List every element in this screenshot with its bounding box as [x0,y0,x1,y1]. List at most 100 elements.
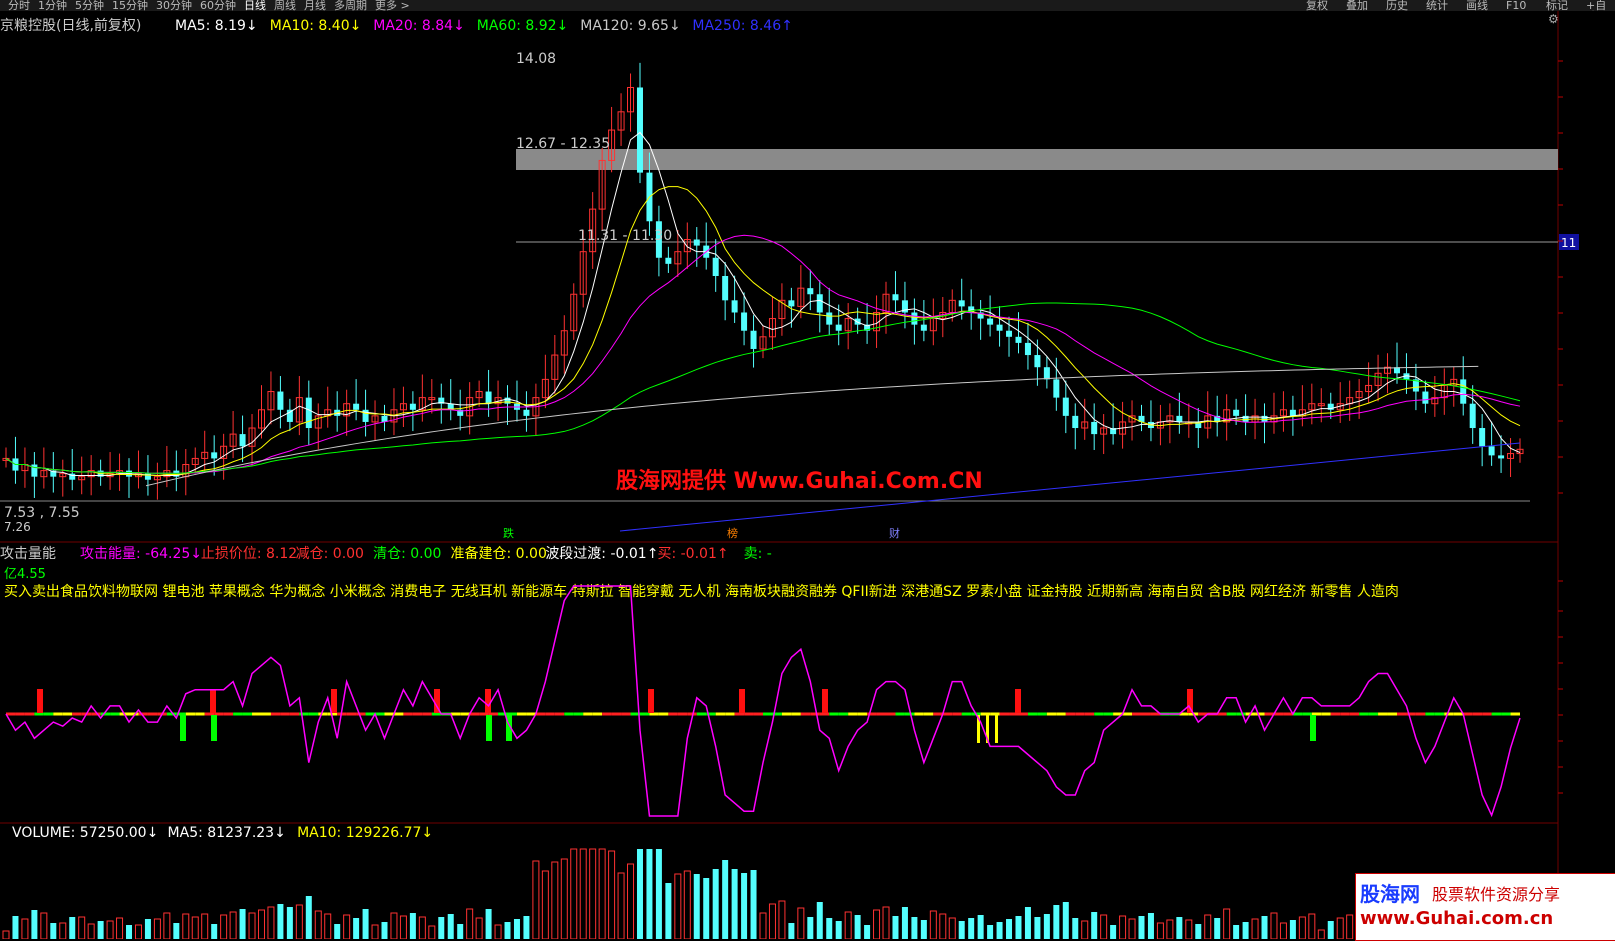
volume-bar [1233,925,1240,939]
logo-box: 股海网 股票软件资源分享 www.Guhai.com.cn [1355,873,1615,941]
period-tab[interactable]: 分时 [8,0,30,11]
volume-bar [788,923,795,939]
volume-bar [21,918,29,939]
volume-bar [1138,916,1145,939]
volume-bar [504,922,511,939]
volume-bar [1081,920,1089,939]
candle-body [958,300,965,307]
volume-bar [541,870,549,939]
volume-bar [229,911,237,939]
candlestick-series [2,62,1524,500]
volume-bar [334,924,341,939]
settings-icon[interactable]: ⚙ [1548,12,1559,26]
volume-bar [854,915,861,939]
legend-item: MA10: 129226.77↓ [297,825,433,841]
legend-item: MA5: 8.19↓ [175,18,258,34]
volume-bar [1214,918,1221,939]
volume-bar [1336,917,1344,939]
legend-item: 攻击能量: -64.25↓ [80,546,202,562]
volume-bar [693,874,700,939]
concept-tags: 买入卖出食品饮料物联网 锂电池 苹果概念 华为概念 小米概念 消费电子 无线耳机… [4,583,1399,600]
candle-body [816,294,823,313]
period-tab[interactable]: 月线 [304,0,326,11]
legend-item: MA120: 9.65↓ [580,18,680,34]
volume-bar [579,848,587,939]
tool-button[interactable]: 叠加 [1346,0,1368,11]
volume-bar [778,900,786,939]
volume-bar [286,907,293,939]
period-tab[interactable]: 5分钟 [75,0,104,11]
period-tab[interactable]: 多周期 [334,0,367,11]
volume-bar [1091,912,1098,939]
volume-bar [797,907,805,939]
tool-button[interactable]: 统计 [1426,0,1448,11]
candle-body [1034,355,1041,368]
candle-body [286,409,293,422]
volume-bar [353,918,360,939]
chart-area[interactable]: 京粮控股(日线,前复权) MA5: 8.19↓ MA10: 8.40↓ MA20: … [0,11,1615,939]
volume-bar [1185,919,1193,939]
tool-button[interactable]: F10 [1506,0,1526,11]
logo-slogan: 股票软件资源分享 [1432,885,1561,904]
volume-bar [1062,902,1069,939]
period-tab[interactable]: 周线 [274,0,296,11]
volume-bar [1298,916,1306,939]
volume-bar [1043,914,1050,939]
volume-bar [1327,921,1334,939]
sell-signal-bar [486,715,492,741]
candle-body [1091,421,1098,435]
candle-body [277,391,284,410]
candle-body [1479,428,1486,447]
candle-body [807,288,814,295]
candle-body [1460,379,1467,404]
tool-button[interactable]: +自选 [1586,0,1615,11]
volume-bar [939,913,947,939]
period-tab[interactable]: 30分钟 [156,0,192,11]
volume-bar [466,908,474,939]
volume-bar [560,858,568,939]
volume-bar [570,848,578,939]
volume-bar [173,923,180,939]
volume-bar [12,916,19,939]
candle-body [1469,403,1476,429]
volume-bar [1317,929,1325,939]
volume-bar [418,916,426,939]
volume-bar [2,930,10,939]
volume-bar [475,917,483,939]
volume-bar [447,914,454,939]
volume-bar [882,906,890,939]
volume-bar [144,919,151,939]
volume-bar [277,904,284,939]
volume-bar [1204,914,1212,939]
event-marker[interactable]: 财 [889,526,900,540]
candle-body [892,294,899,301]
period-tab[interactable]: 1分钟 [38,0,67,11]
volume-bar [457,924,464,939]
volume-bar [627,863,635,939]
event-marker[interactable]: 跌 [503,526,514,540]
period-tab[interactable]: 60分钟 [200,0,236,11]
volume-bar [1261,916,1268,939]
event-markers: 跌榜财 [503,526,900,540]
watermark: 股海网提供 Www.Guhai.Com.CN [616,468,983,494]
event-marker[interactable]: 榜 [727,526,738,540]
volume-bar [873,909,881,939]
period-tab[interactable]: 更多 > [375,0,410,11]
volume-bars [2,848,1524,939]
legend-item: MA60: 8.92↓ [477,18,569,34]
volume-bar [1072,918,1079,939]
tool-button[interactable]: 历史 [1386,0,1408,11]
volume-bar [929,910,937,939]
tool-button[interactable]: 标记 [1546,0,1568,11]
tool-button[interactable]: 复权 [1306,0,1328,11]
buy-signal-bar [485,689,491,713]
period-tab[interactable]: 15分钟 [112,0,148,11]
low-price-label-2: 7.26 [4,520,31,534]
tool-button[interactable]: 画线 [1466,0,1488,11]
candle-body [1176,415,1183,422]
volume-bar [683,870,691,939]
volume-bar [655,849,662,939]
indicator-name: 攻击量能 [0,546,56,562]
period-tab[interactable]: 日线 [244,0,266,11]
volume-bar [864,925,871,939]
